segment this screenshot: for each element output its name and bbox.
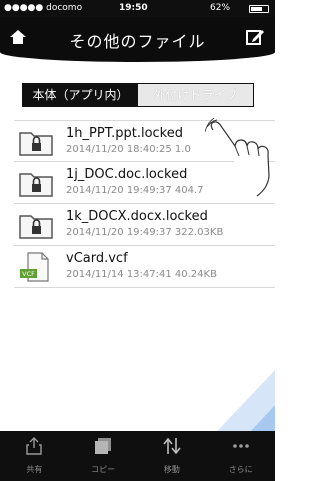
locked-folder-icon	[18, 210, 54, 240]
edit-icon[interactable]	[245, 27, 265, 47]
file-meta: 2014/11/14 13:47:41 40.24KB	[66, 269, 217, 280]
tab-move[interactable]: 移動	[138, 431, 207, 481]
file-meta: 2014/11/20 18:40:25 1.0	[66, 144, 191, 155]
page-title: その他のファイル	[69, 32, 206, 51]
more-icon	[232, 444, 249, 448]
bottom-toolbar: 共有 コピー 移動 さらに	[0, 431, 275, 481]
locked-folder-icon	[18, 168, 54, 198]
tab-move-label: 移動	[163, 465, 180, 474]
file-name: 1j_DOC.doc.locked	[66, 167, 188, 182]
navigation-bar: その他のファイル	[0, 17, 275, 62]
file-meta: 2014/11/20 19:49:37 404.7	[66, 185, 204, 196]
storage-segmented-control: 本体（アプリ内） 外付けドライブ	[22, 83, 254, 107]
list-item[interactable]: VCF vCard.vcf 2014/11/14 13:47:41 40.24K…	[14, 246, 275, 288]
battery-percent: 62%	[210, 3, 231, 13]
tab-more[interactable]: さらに	[206, 431, 275, 481]
status-bar: ●●●●● docomo 19:50 62%	[0, 0, 275, 17]
tab-share[interactable]: 共有	[0, 431, 69, 481]
tab-more-label: さらに	[228, 465, 253, 474]
tap-hand-icon	[204, 117, 280, 218]
tab-share-label: 共有	[26, 465, 43, 474]
file-name: vCard.vcf	[66, 251, 128, 266]
tab-copy-label: コピー	[91, 465, 116, 474]
segment-internal[interactable]: 本体（アプリ内）	[23, 84, 138, 106]
locked-folder-icon	[18, 127, 54, 157]
segment-external-drive[interactable]: 外付けドライブ	[138, 84, 253, 106]
tab-copy[interactable]: コピー	[69, 431, 138, 481]
file-name: 1h_PPT.ppt.locked	[66, 126, 183, 141]
file-name: 1k_DOCX.docx.locked	[66, 209, 208, 224]
vcf-badge-text: VCF	[22, 270, 35, 278]
copy-icon	[95, 438, 112, 454]
carrier-label: ●●●●● docomo	[4, 3, 83, 13]
clock: 19:50	[119, 3, 148, 13]
battery-icon	[249, 5, 269, 13]
vcf-file-icon: VCF	[18, 252, 54, 282]
file-meta: 2014/11/20 19:49:37 322.03KB	[66, 227, 224, 238]
share-icon	[26, 437, 43, 455]
move-icon	[163, 437, 181, 455]
